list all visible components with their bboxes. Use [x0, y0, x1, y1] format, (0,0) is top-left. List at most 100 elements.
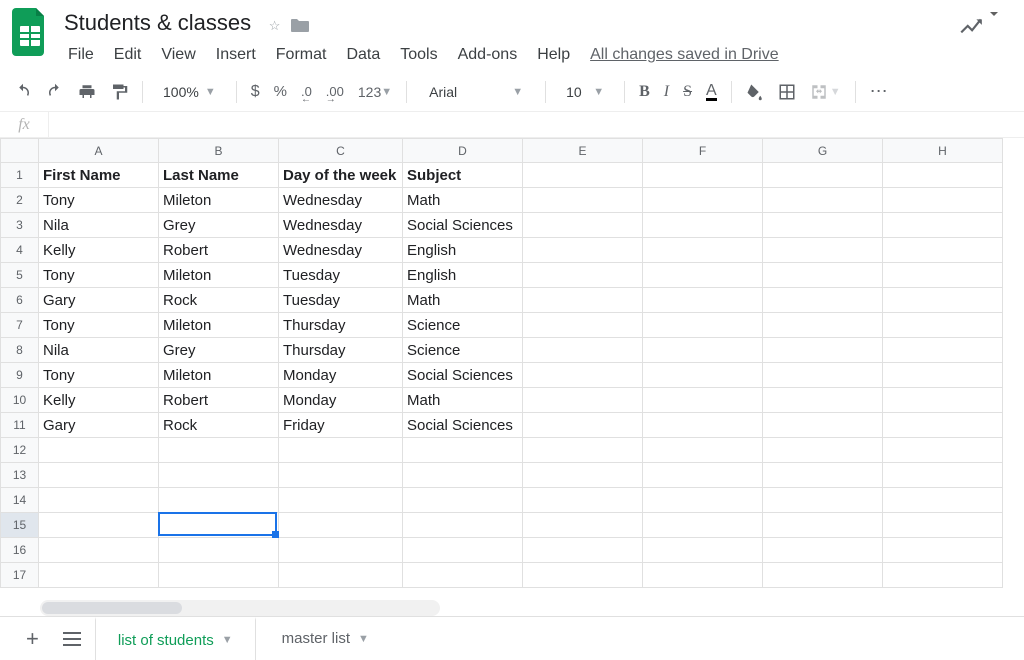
cell[interactable]: Nila — [39, 338, 159, 363]
cell[interactable]: Tony — [39, 313, 159, 338]
cell[interactable] — [403, 513, 523, 538]
save-status[interactable]: All changes saved in Drive — [590, 46, 779, 64]
cell[interactable]: Math — [403, 188, 523, 213]
row-header[interactable]: 11 — [1, 413, 39, 438]
column-header[interactable]: F — [643, 139, 763, 163]
cell[interactable]: Rock — [159, 413, 279, 438]
row-header[interactable]: 8 — [1, 338, 39, 363]
cell[interactable] — [883, 488, 1003, 513]
cell[interactable] — [643, 313, 763, 338]
cell[interactable] — [523, 288, 643, 313]
format-percent-button[interactable]: % — [274, 83, 287, 100]
column-header[interactable]: B — [159, 139, 279, 163]
cell[interactable] — [643, 163, 763, 188]
cell[interactable] — [523, 563, 643, 588]
cell[interactable] — [643, 488, 763, 513]
cell[interactable]: Tony — [39, 363, 159, 388]
cell[interactable] — [643, 238, 763, 263]
cell[interactable] — [763, 488, 883, 513]
cell[interactable]: Mileton — [159, 263, 279, 288]
row-header[interactable]: 16 — [1, 538, 39, 563]
cell[interactable] — [523, 313, 643, 338]
cell[interactable]: Wednesday — [279, 213, 403, 238]
cell[interactable] — [883, 338, 1003, 363]
cell[interactable] — [523, 413, 643, 438]
cell[interactable]: English — [403, 238, 523, 263]
cell[interactable] — [403, 438, 523, 463]
cell[interactable] — [883, 413, 1003, 438]
spreadsheet-grid[interactable]: ABCDEFGH1First NameLast NameDay of the w… — [0, 138, 1024, 616]
cell[interactable]: Science — [403, 313, 523, 338]
formula-bar-input[interactable] — [48, 112, 1024, 137]
cell[interactable] — [763, 338, 883, 363]
explore-icon[interactable] — [958, 14, 984, 43]
cell[interactable] — [763, 388, 883, 413]
cell[interactable] — [159, 438, 279, 463]
column-header[interactable]: E — [523, 139, 643, 163]
cell[interactable] — [643, 513, 763, 538]
cell[interactable] — [159, 563, 279, 588]
cell[interactable]: English — [403, 263, 523, 288]
number-format-button[interactable]: 123▼ — [358, 84, 392, 100]
row-header[interactable]: 17 — [1, 563, 39, 588]
row-header[interactable]: 10 — [1, 388, 39, 413]
select-all-cell[interactable] — [1, 139, 39, 163]
cell[interactable] — [643, 188, 763, 213]
cell[interactable] — [763, 163, 883, 188]
cell[interactable] — [643, 538, 763, 563]
add-sheet-button[interactable]: + — [16, 617, 49, 660]
row-header[interactable]: 12 — [1, 438, 39, 463]
cell[interactable] — [883, 213, 1003, 238]
cell[interactable]: Rock — [159, 288, 279, 313]
cell[interactable] — [763, 513, 883, 538]
fill-color-button[interactable] — [746, 83, 764, 101]
more-toolbar-button[interactable]: ⋯ — [870, 81, 890, 102]
cell[interactable]: Robert — [159, 238, 279, 263]
cell[interactable] — [883, 513, 1003, 538]
cell[interactable]: Social Sciences — [403, 363, 523, 388]
cell[interactable] — [643, 413, 763, 438]
cell[interactable]: Mileton — [159, 313, 279, 338]
column-header[interactable]: C — [279, 139, 403, 163]
cell[interactable] — [523, 238, 643, 263]
row-header[interactable]: 4 — [1, 238, 39, 263]
menu-edit[interactable]: Edit — [106, 44, 150, 66]
cell[interactable] — [279, 538, 403, 563]
cell[interactable] — [643, 438, 763, 463]
cell[interactable] — [279, 513, 403, 538]
cell[interactable] — [763, 288, 883, 313]
horizontal-scrollbar[interactable] — [40, 600, 440, 616]
row-header[interactable]: 9 — [1, 363, 39, 388]
column-header[interactable]: D — [403, 139, 523, 163]
row-header[interactable]: 6 — [1, 288, 39, 313]
merge-cells-button[interactable]: ▼ — [810, 83, 841, 101]
bold-button[interactable]: B — [639, 83, 650, 101]
cell[interactable]: Monday — [279, 388, 403, 413]
zoom-select[interactable]: 100%▼ — [157, 84, 222, 100]
cell[interactable] — [883, 388, 1003, 413]
undo-icon[interactable] — [14, 83, 32, 101]
row-header[interactable]: 2 — [1, 188, 39, 213]
menu-insert[interactable]: Insert — [208, 44, 264, 66]
cell[interactable] — [159, 488, 279, 513]
cell[interactable] — [883, 263, 1003, 288]
cell[interactable] — [523, 188, 643, 213]
menu-file[interactable]: File — [60, 44, 102, 66]
cell[interactable] — [643, 288, 763, 313]
font-size-select[interactable]: 10▼ — [560, 84, 610, 100]
cell[interactable]: Tuesday — [279, 288, 403, 313]
cell[interactable] — [523, 213, 643, 238]
cell[interactable] — [403, 563, 523, 588]
cell[interactable]: Kelly — [39, 388, 159, 413]
cell[interactable] — [883, 563, 1003, 588]
star-icon[interactable]: ☆ — [269, 18, 281, 34]
cell[interactable] — [763, 363, 883, 388]
text-color-button[interactable]: A — [706, 82, 717, 101]
format-currency-button[interactable]: $ — [251, 83, 260, 101]
cell[interactable]: Mileton — [159, 363, 279, 388]
decrease-decimal-button[interactable]: .0← — [301, 84, 312, 99]
cell[interactable] — [39, 538, 159, 563]
cell[interactable]: Friday — [279, 413, 403, 438]
cell[interactable] — [763, 538, 883, 563]
cell[interactable] — [523, 438, 643, 463]
